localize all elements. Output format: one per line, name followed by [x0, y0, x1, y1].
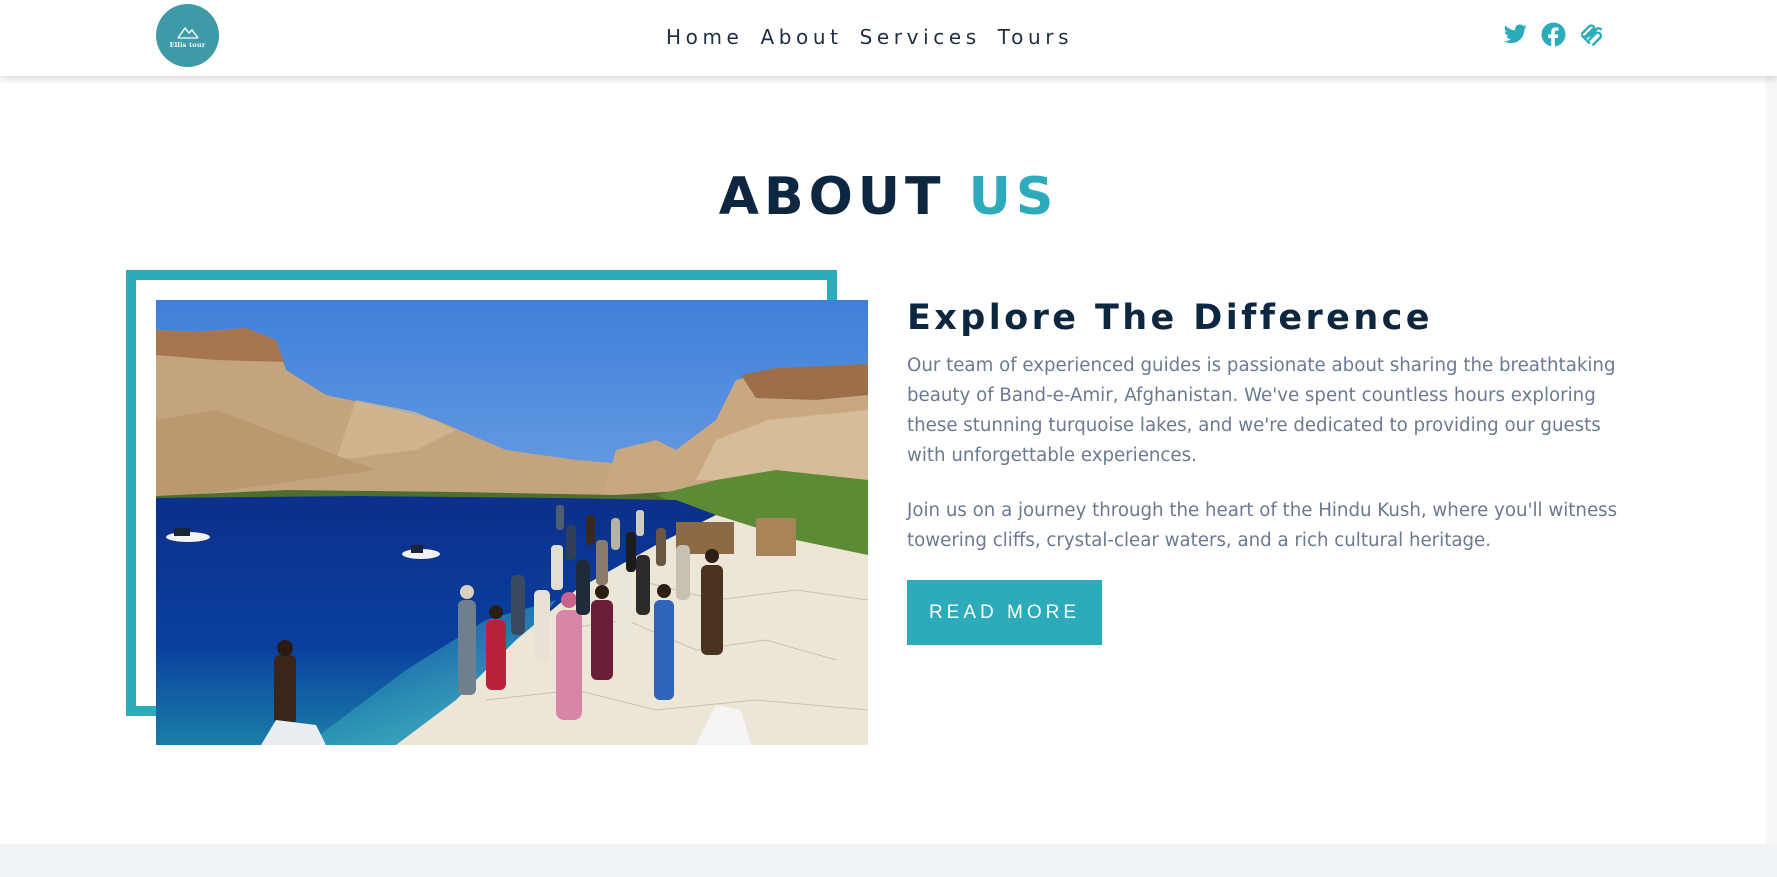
nav-services[interactable]: Services: [860, 21, 981, 53]
site-header: Ellis tour Home About Services Tours: [0, 0, 1777, 76]
squarespace-icon[interactable]: [1579, 22, 1604, 47]
nav-home[interactable]: Home: [666, 21, 743, 53]
read-more-button[interactable]: READ MORE: [907, 580, 1102, 645]
nav-tours[interactable]: Tours: [998, 21, 1073, 53]
facebook-icon[interactable]: [1541, 22, 1566, 47]
section-title-main: ABOUT: [718, 167, 946, 227]
main-nav: Home About Services Tours: [666, 21, 1073, 53]
mountain-icon: [176, 27, 199, 39]
next-section-strip: [0, 844, 1777, 877]
content-heading: Explore The Difference: [907, 298, 1433, 338]
band-e-amir-photo: [156, 300, 868, 745]
nav-about[interactable]: About: [760, 21, 842, 53]
scrollbar-track[interactable]: [1766, 76, 1777, 844]
logo[interactable]: Ellis tour: [156, 4, 219, 67]
section-title: ABOUT US: [0, 163, 1777, 231]
about-paragraph-1: Our team of experienced guides is passio…: [907, 355, 1616, 466]
social-links: [1503, 22, 1604, 47]
twitter-icon[interactable]: [1503, 22, 1528, 47]
about-paragraph-2: Join us on a journey through the heart o…: [907, 500, 1618, 551]
logo-text: Ellis tour: [169, 41, 206, 50]
section-title-accent: US: [968, 167, 1059, 227]
